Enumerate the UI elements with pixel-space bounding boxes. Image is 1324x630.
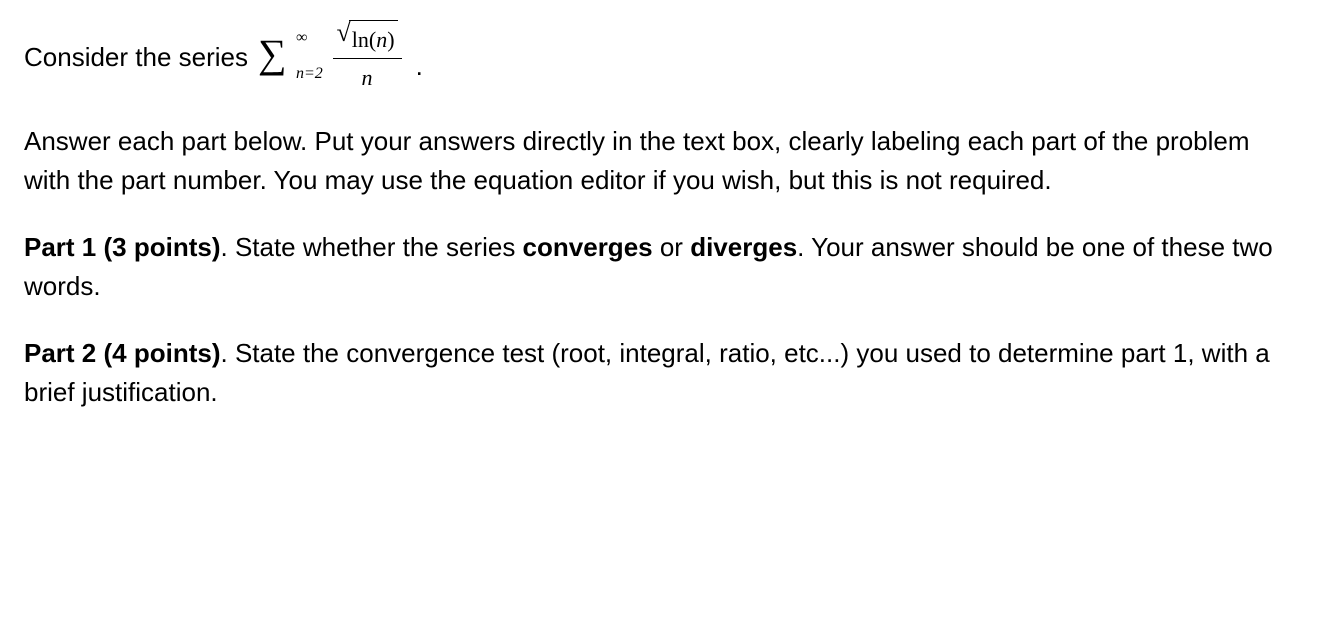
part2-paragraph: Part 2 (4 points). State the convergence… bbox=[24, 334, 1300, 412]
ln-text: ln bbox=[352, 27, 369, 52]
fraction-denominator: n bbox=[362, 59, 373, 94]
instructions-text: Answer each part below. Put your answers… bbox=[24, 126, 1250, 195]
var-n-num: n bbox=[376, 27, 387, 52]
part2-sep: . bbox=[220, 338, 234, 368]
part1-sep: . bbox=[220, 232, 234, 262]
close-paren: ) bbox=[387, 27, 394, 52]
instructions-paragraph: Answer each part below. Put your answers… bbox=[24, 122, 1300, 200]
fraction-numerator: √ ln(n) bbox=[333, 20, 402, 59]
intro-paragraph: Consider the series ∑ ∞ n=2 √ ln(n) n . bbox=[24, 20, 1300, 94]
part1-label: Part 1 (3 points) bbox=[24, 232, 220, 262]
part2-label: Part 2 (4 points) bbox=[24, 338, 220, 368]
intro-period: . bbox=[416, 47, 423, 94]
sigma-symbol: ∑ bbox=[258, 31, 287, 76]
sqrt-body: ln(n) bbox=[349, 20, 398, 56]
part1-converges: converges bbox=[523, 232, 653, 262]
fraction: √ ln(n) n bbox=[333, 20, 402, 94]
intro-prefix: Consider the series bbox=[24, 38, 248, 77]
sigma-upper: ∞ bbox=[296, 26, 307, 50]
part1-text-b: or bbox=[653, 232, 691, 262]
sqrt-wrap: √ ln(n) bbox=[337, 20, 398, 56]
sigma-lower: n=2 bbox=[296, 62, 323, 86]
part1-text-a: State whether the series bbox=[235, 232, 523, 262]
part1-paragraph: Part 1 (3 points). State whether the ser… bbox=[24, 228, 1300, 306]
part1-diverges: diverges bbox=[690, 232, 797, 262]
sigma-wrap: ∑ ∞ n=2 bbox=[258, 34, 287, 80]
series-formula: ∑ ∞ n=2 √ ln(n) n bbox=[258, 20, 402, 94]
